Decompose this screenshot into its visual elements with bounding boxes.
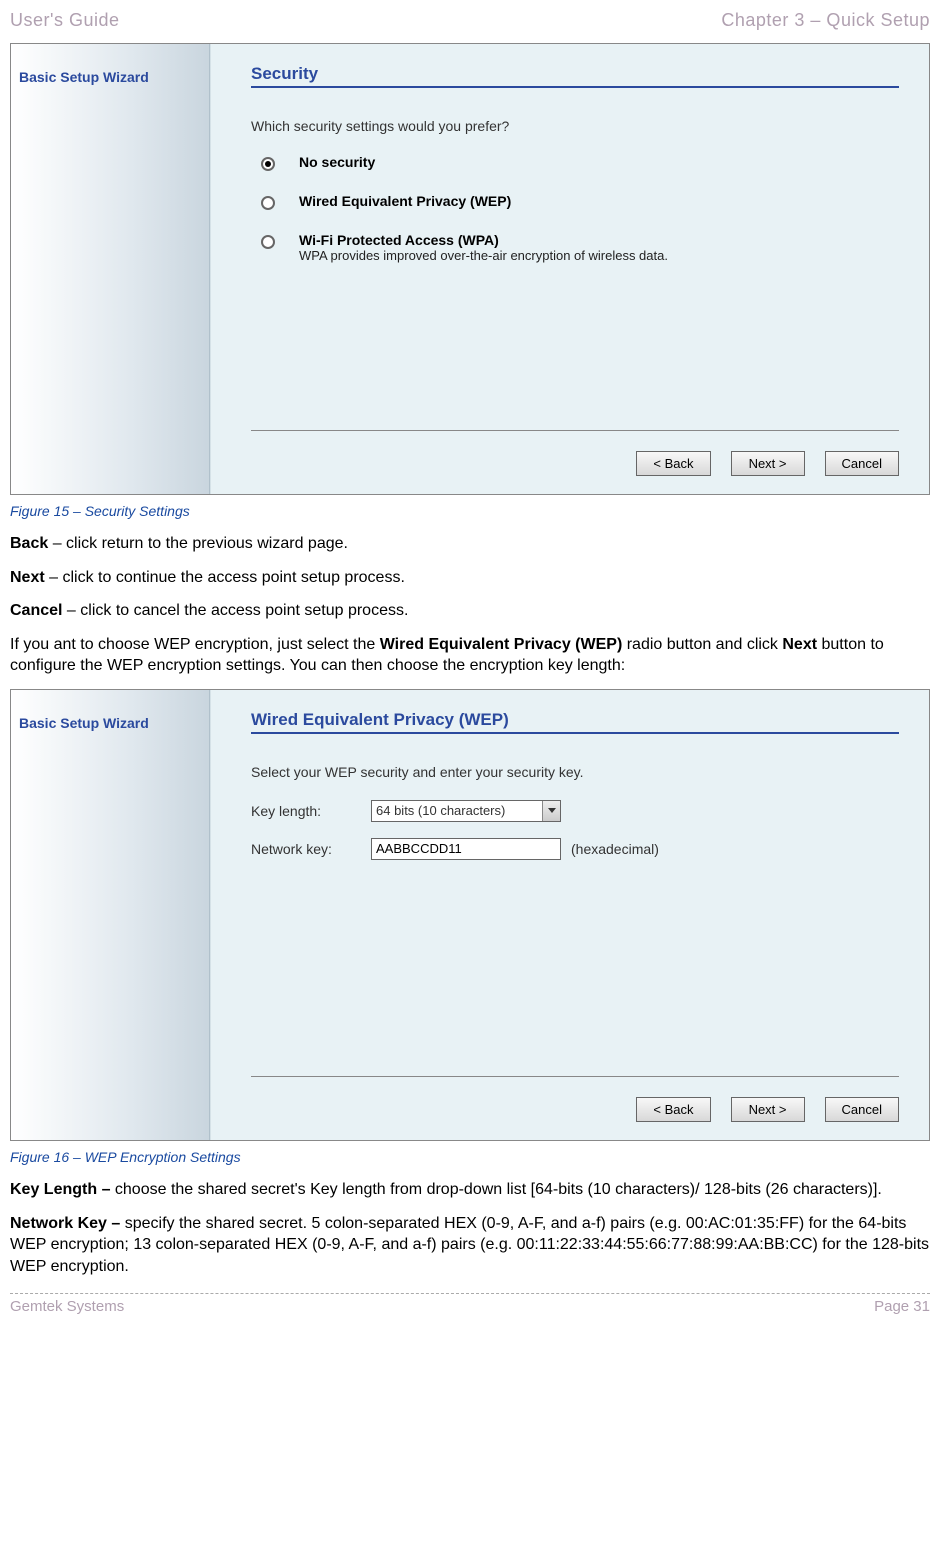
networkkey-label: Network key:	[251, 841, 371, 857]
wizard-prompt: Select your WEP security and enter your …	[251, 764, 899, 780]
row-networkkey: Network key: (hexadecimal)	[251, 838, 899, 860]
term: Next	[10, 569, 45, 586]
term: Cancel	[10, 602, 62, 619]
wizard-content: Security Which security settings would y…	[211, 44, 929, 494]
cancel-button[interactable]: Cancel	[825, 451, 899, 476]
row-keylength: Key length: 64 bits (10 characters)	[251, 800, 899, 822]
next-button[interactable]: Next >	[731, 1097, 805, 1122]
radio-wpa[interactable]: Wi-Fi Protected Access (WPA) WPA provide…	[261, 232, 899, 263]
wizard-sidebar: Basic Setup Wizard	[11, 44, 211, 494]
chevron-down-icon	[542, 801, 560, 821]
text: If you ant to choose WEP encryption, jus…	[10, 636, 380, 653]
text: choose the shared secret's Key length fr…	[115, 1181, 882, 1198]
keylength-select[interactable]: 64 bits (10 characters)	[371, 800, 561, 822]
cancel-button[interactable]: Cancel	[825, 1097, 899, 1122]
sidebar-title: Basic Setup Wizard	[19, 69, 203, 85]
radio-no-security[interactable]: No security	[261, 154, 899, 171]
para-cancel: Cancel – click to cancel the access poin…	[10, 600, 930, 622]
wizard-buttons: < Back Next > Cancel	[251, 1076, 899, 1140]
term: Back	[10, 535, 48, 552]
wizard-wep: Basic Setup Wizard Wired Equivalent Priv…	[10, 689, 930, 1141]
back-button[interactable]: < Back	[636, 1097, 710, 1122]
page-header: User's Guide Chapter 3 – Quick Setup	[10, 10, 930, 31]
header-right: Chapter 3 – Quick Setup	[721, 10, 930, 31]
text: – click to continue the access point set…	[45, 569, 405, 586]
term: Key Length –	[10, 1181, 115, 1198]
figure-caption-16: Figure 16 – WEP Encryption Settings	[10, 1149, 930, 1165]
footer-right: Page 31	[874, 1298, 930, 1315]
text: – click to cancel the access point setup…	[62, 602, 408, 619]
wizard-title: Wired Equivalent Privacy (WEP)	[251, 710, 899, 734]
radio-icon	[261, 196, 275, 210]
wizard-content: Wired Equivalent Privacy (WEP) Select yo…	[211, 690, 929, 1140]
term: Network Key –	[10, 1215, 125, 1232]
header-left: User's Guide	[10, 10, 119, 31]
figure-caption-15: Figure 15 – Security Settings	[10, 503, 930, 519]
wizard-prompt: Which security settings would you prefer…	[251, 118, 899, 134]
wizard-security: Basic Setup Wizard Security Which securi…	[10, 43, 930, 495]
text: specify the shared secret. 5 colon-separ…	[10, 1215, 929, 1275]
footer-left: Gemtek Systems	[10, 1298, 124, 1315]
radio-icon	[261, 235, 275, 249]
term: Next	[782, 636, 817, 653]
radio-label: Wired Equivalent Privacy (WEP)	[299, 193, 511, 209]
sidebar-title: Basic Setup Wizard	[19, 715, 203, 731]
wizard-buttons: < Back Next > Cancel	[251, 430, 899, 494]
para-next: Next – click to continue the access poin…	[10, 567, 930, 589]
term: Wired Equivalent Privacy (WEP)	[380, 636, 623, 653]
radio-label: Wi-Fi Protected Access (WPA)	[299, 232, 668, 248]
text: radio button and click	[622, 636, 782, 653]
para-networkkey: Network Key – specify the shared secret.…	[10, 1213, 930, 1278]
wizard-title: Security	[251, 64, 899, 88]
radio-icon	[261, 157, 275, 171]
hex-note: (hexadecimal)	[571, 841, 659, 857]
page-footer: Gemtek Systems Page 31	[10, 1294, 930, 1321]
para-back: Back – click return to the previous wiza…	[10, 533, 930, 555]
radio-label: No security	[299, 154, 375, 170]
text: – click return to the previous wizard pa…	[48, 535, 348, 552]
next-button[interactable]: Next >	[731, 451, 805, 476]
para-keylength: Key Length – choose the shared secret's …	[10, 1179, 930, 1201]
keylength-label: Key length:	[251, 803, 371, 819]
back-button[interactable]: < Back	[636, 451, 710, 476]
networkkey-input[interactable]	[371, 838, 561, 860]
radio-desc: WPA provides improved over-the-air encry…	[299, 248, 668, 263]
wizard-sidebar: Basic Setup Wizard	[11, 690, 211, 1140]
para-wep-intro: If you ant to choose WEP encryption, jus…	[10, 634, 930, 677]
radio-wep[interactable]: Wired Equivalent Privacy (WEP)	[261, 193, 899, 210]
select-value: 64 bits (10 characters)	[376, 803, 505, 818]
